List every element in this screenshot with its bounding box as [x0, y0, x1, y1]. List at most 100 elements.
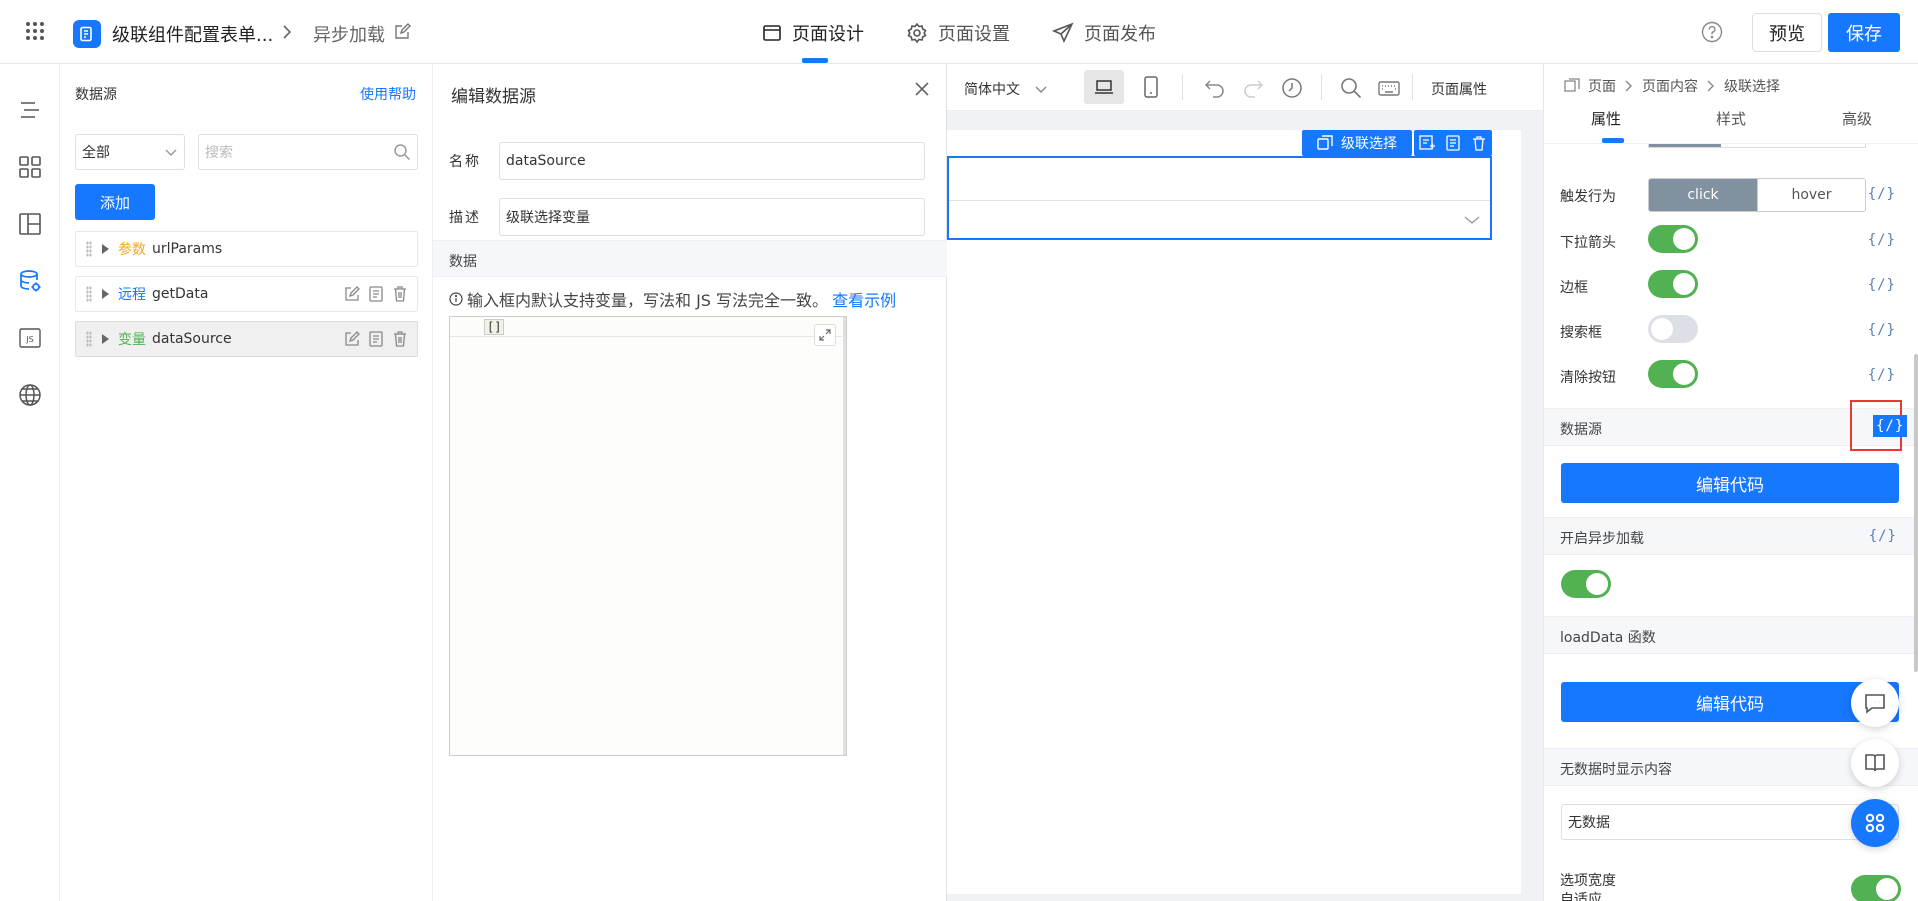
close-icon[interactable] [914, 81, 930, 97]
add-button[interactable]: 添加 [75, 184, 155, 220]
mobile-icon[interactable] [1143, 76, 1159, 98]
variable-binding-icon[interactable]: {/} [1868, 186, 1896, 202]
send-icon [1052, 22, 1074, 43]
apps-fab[interactable] [1851, 799, 1899, 847]
js-icon[interactable]: JS [18, 326, 42, 350]
breadcrumb-item[interactable]: 页面 [1588, 76, 1616, 96]
edit-icon[interactable] [343, 285, 361, 303]
variable-binding-icon[interactable]: {/} [1868, 322, 1896, 338]
datasource-binding-icon[interactable]: {/} [1873, 415, 1908, 437]
dropdown-arrow-toggle[interactable] [1648, 225, 1698, 253]
drag-handle-icon[interactable] [86, 331, 92, 347]
selected-component-tag[interactable]: 级联选择 [1302, 130, 1412, 156]
editor-scrollbar[interactable] [843, 317, 846, 755]
trash-icon[interactable] [1471, 135, 1487, 151]
panel-title: 数据源 [75, 87, 117, 103]
list-item[interactable]: 变量 dataSource [75, 321, 418, 357]
name-input[interactable]: dataSource [499, 142, 925, 180]
search-box-toggle[interactable] [1648, 315, 1698, 343]
clear-button-toggle[interactable] [1648, 360, 1698, 388]
breadcrumb-item[interactable]: 页面内容 [1642, 76, 1698, 96]
empty-text-value: 无数据 [1568, 815, 1610, 831]
item-tag: 远程 [118, 287, 146, 303]
search-icon[interactable] [1340, 77, 1362, 99]
preview-button[interactable]: 预览 [1752, 13, 1822, 52]
drag-handle-icon[interactable] [86, 286, 92, 302]
edit-loaddata-button[interactable]: 编辑代码 [1561, 682, 1899, 722]
expand-icon[interactable] [102, 289, 109, 299]
empty-text-input[interactable]: 无数据 [1561, 804, 1899, 840]
tab-advanced[interactable]: 高级 [1842, 108, 1872, 129]
tab-properties[interactable]: 属性 [1591, 108, 1621, 129]
async-load-toggle[interactable] [1561, 570, 1611, 598]
variable-binding-icon[interactable]: {/} [1868, 232, 1896, 248]
expand-editor-icon[interactable] [814, 324, 836, 346]
tab-label: 页面设置 [938, 24, 1010, 45]
help-link[interactable]: 使用帮助 [360, 84, 416, 104]
copy-icon [1317, 135, 1333, 150]
search-icon [394, 144, 411, 161]
expand-icon[interactable] [102, 244, 109, 254]
history-icon[interactable] [1281, 77, 1303, 99]
view-example-link[interactable]: 查看示例 [832, 287, 896, 311]
tab-page-publish[interactable]: 页面发布 [1052, 20, 1156, 46]
copy-icon[interactable] [367, 330, 385, 348]
save-button[interactable]: 保存 [1828, 13, 1900, 52]
undo-icon[interactable] [1204, 77, 1226, 99]
expand-icon[interactable] [102, 334, 109, 344]
trigger-segmented-control[interactable]: click hover [1648, 178, 1866, 212]
variable-binding-icon[interactable]: {/} [1868, 367, 1896, 383]
app-title[interactable]: 级联组件配置表单... [112, 21, 273, 47]
tab-style[interactable]: 样式 [1716, 108, 1746, 129]
copy-icon[interactable] [367, 285, 385, 303]
edit-code-button[interactable]: 编辑代码 [1561, 463, 1899, 503]
desc-field-row: 描述 级联选择变量 [449, 198, 925, 236]
segment-click[interactable]: click [1649, 179, 1757, 211]
code-editor[interactable]: [] [449, 316, 847, 756]
components-icon[interactable] [18, 155, 42, 179]
tab-page-settings[interactable]: 页面设置 [906, 20, 1010, 46]
language-select[interactable]: 简体中文 [964, 79, 1048, 99]
edit-icon[interactable] [343, 330, 361, 348]
segment-hover[interactable]: hover [1757, 179, 1865, 211]
border-toggle[interactable] [1648, 270, 1698, 298]
list-item[interactable]: 远程 getData [75, 276, 418, 312]
drag-handle-icon[interactable] [86, 241, 92, 257]
docs-fab[interactable] [1851, 739, 1899, 787]
help-icon[interactable] [1701, 21, 1723, 43]
chevron-down-icon[interactable] [1463, 214, 1481, 226]
list-item[interactable]: 参数 urlParams [75, 231, 418, 267]
redo-icon[interactable] [1242, 77, 1264, 99]
option-width-toggle[interactable] [1851, 875, 1901, 901]
layout-icon[interactable] [18, 212, 42, 236]
variable-binding-icon[interactable]: {/} [1868, 277, 1896, 293]
prop-label: 清除按钮 [1560, 370, 1616, 386]
properties-panel: 页面 页面内容 级联选择 属性 样式 高级 触发行为 click hover {… [1543, 64, 1918, 901]
edit-icon[interactable] [393, 23, 411, 41]
option-width-label: 选项宽度 自适应 [1560, 873, 1616, 901]
trash-icon[interactable] [391, 285, 409, 303]
trash-icon[interactable] [391, 330, 409, 348]
apps-grid-icon[interactable] [26, 22, 44, 40]
async-section: 开启异步加载 {/} [1544, 517, 1918, 555]
scrollbar-thumb[interactable] [1914, 354, 1918, 672]
outline-icon[interactable] [18, 98, 42, 122]
datasource-icon[interactable] [18, 269, 42, 293]
page-name[interactable]: 异步加载 [313, 21, 385, 47]
canvas-toolbar: 简体中文 页面属性 [947, 64, 1543, 111]
filter-select[interactable]: 全部 [75, 134, 185, 170]
keyboard-icon[interactable] [1378, 77, 1400, 99]
search-input[interactable]: 搜索 [198, 134, 418, 170]
feedback-fab[interactable] [1851, 679, 1899, 727]
insert-icon[interactable] [1419, 135, 1435, 151]
description-input[interactable]: 级联选择变量 [499, 198, 925, 236]
variable-binding-icon[interactable]: {/} [1869, 528, 1897, 544]
page-props-button[interactable]: 页面属性 [1431, 79, 1487, 99]
globe-icon[interactable] [18, 383, 42, 407]
divider [1321, 74, 1322, 100]
breadcrumb-item[interactable]: 级联选择 [1724, 76, 1780, 96]
duplicate-icon[interactable] [1445, 135, 1461, 151]
desktop-view-button[interactable] [1084, 70, 1124, 104]
tab-page-design[interactable]: 页面设计 [762, 20, 864, 46]
cascader-component[interactable] [947, 156, 1492, 240]
